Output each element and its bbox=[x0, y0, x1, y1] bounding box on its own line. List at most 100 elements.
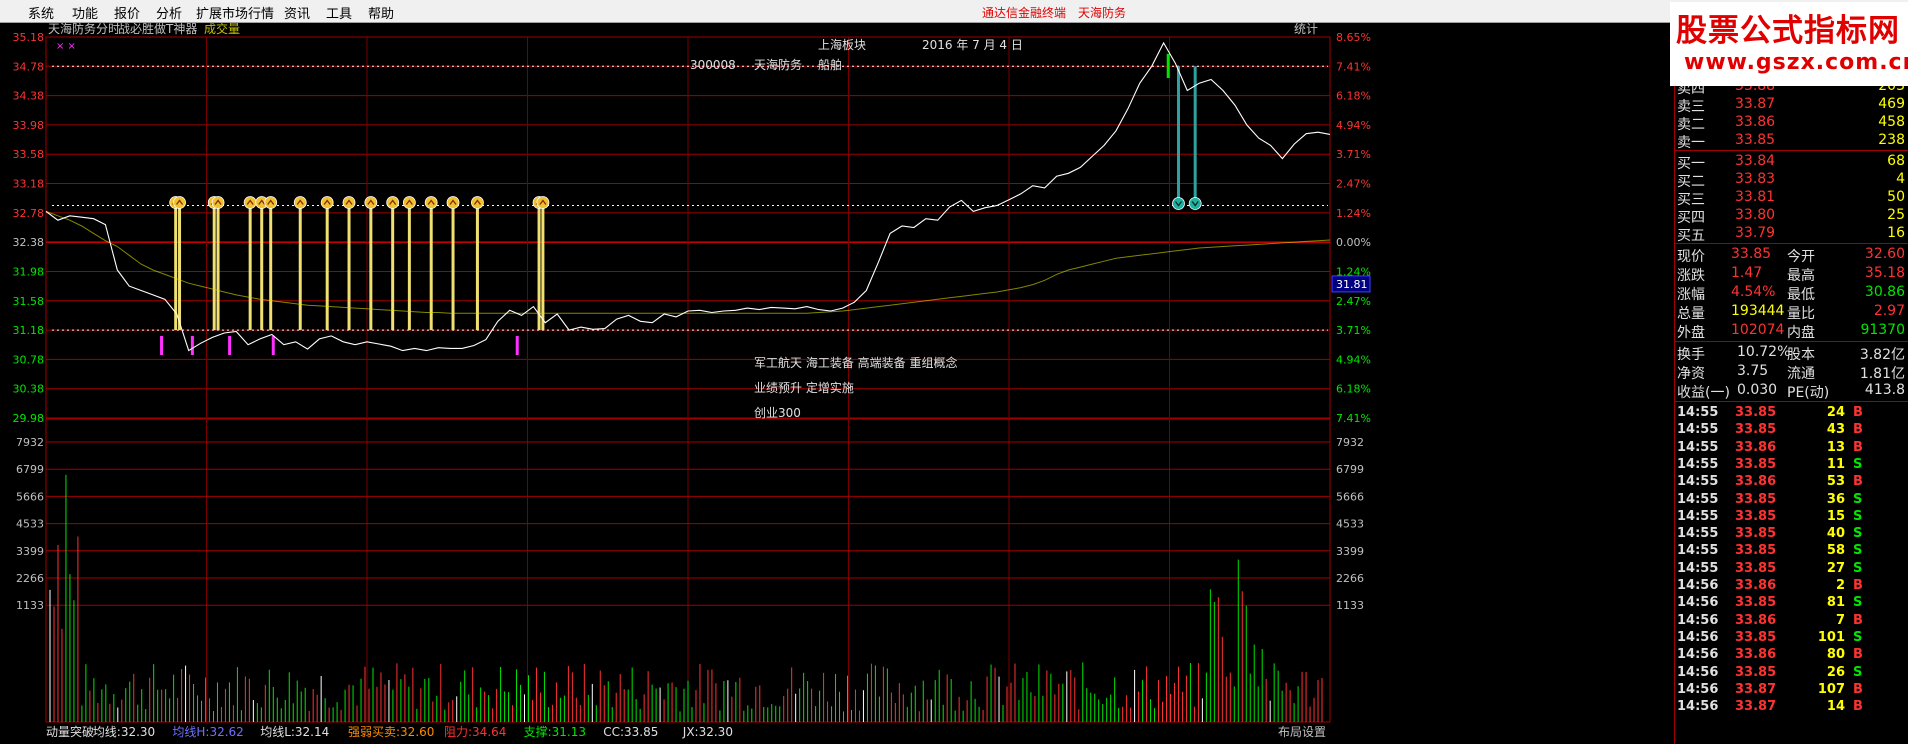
bid-label: 买四 bbox=[1677, 210, 1705, 226]
tick-row[interactable]: 14:55 33.85 36 S bbox=[1675, 491, 1908, 510]
tick-row[interactable]: 14:55 33.85 40 S bbox=[1675, 525, 1908, 544]
menu-system[interactable]: 系统 bbox=[28, 3, 54, 22]
tick-price: 33.87 bbox=[1735, 681, 1777, 697]
pct-tick-label: 7.41% bbox=[1336, 60, 1371, 73]
tick-side: S bbox=[1853, 629, 1863, 645]
chart-indicator-name: 战必胜做T神器 bbox=[118, 22, 197, 36]
fundamental-row: 收益(一) 0.030 PE(动) 413.8 bbox=[1675, 382, 1908, 401]
buy-signal-icon bbox=[364, 196, 378, 209]
tick-price: 33.86 bbox=[1735, 612, 1777, 628]
bid-row: 买三 33.81 50 bbox=[1675, 189, 1908, 208]
tick-time: 14:55 bbox=[1677, 456, 1719, 472]
tick-price: 33.85 bbox=[1735, 456, 1777, 472]
bid-row: 买一 33.84 68 bbox=[1675, 153, 1908, 172]
stat-label: 今开 bbox=[1787, 249, 1815, 265]
volume-label: 成交量 bbox=[204, 22, 240, 36]
bid-row: 买二 33.83 4 bbox=[1675, 171, 1908, 190]
status-indicator: 均线L:32.14 bbox=[260, 725, 329, 739]
divider bbox=[1675, 243, 1908, 244]
pct-tick-label: 1.24% bbox=[1336, 207, 1371, 220]
menu-extended-market[interactable]: 扩展市场行情 bbox=[196, 3, 274, 22]
stock-title: 天海防务 bbox=[1078, 6, 1127, 20]
tick-price: 33.86 bbox=[1735, 474, 1777, 490]
layout-settings-button: 布局设置 bbox=[1278, 725, 1326, 739]
fund-label: 股本 bbox=[1787, 347, 1815, 363]
tick-side: B bbox=[1853, 405, 1863, 420]
pct-tick-label: 8.65% bbox=[1336, 31, 1371, 44]
tick-time: 14:56 bbox=[1677, 612, 1719, 628]
tick-price: 33.85 bbox=[1735, 595, 1777, 611]
price-tick-label: 33.58 bbox=[13, 148, 45, 161]
tick-time: 14:55 bbox=[1677, 474, 1719, 490]
volume-tick-label-right: 2266 bbox=[1336, 572, 1364, 585]
tick-row[interactable]: 14:56 33.86 2 B bbox=[1675, 577, 1908, 596]
tick-row[interactable]: 14:55 33.86 53 B bbox=[1675, 473, 1908, 492]
tick-time: 14:55 bbox=[1677, 405, 1719, 420]
tick-price: 33.85 bbox=[1735, 543, 1777, 559]
tick-row[interactable]: 14:55 33.85 24 B bbox=[1675, 404, 1908, 423]
tick-row[interactable]: 14:55 33.85 11 S bbox=[1675, 456, 1908, 475]
buy-signal-icon bbox=[446, 196, 460, 209]
tick-time: 14:55 bbox=[1677, 491, 1719, 507]
price-marker-value: 31.81 bbox=[1336, 278, 1368, 291]
tick-price: 33.86 bbox=[1735, 578, 1777, 593]
tick-time: 14:56 bbox=[1677, 699, 1719, 715]
tick-volume: 14 bbox=[1826, 699, 1845, 715]
tick-row[interactable]: 14:55 33.85 58 S bbox=[1675, 542, 1908, 561]
bid-volume: 16 bbox=[1887, 225, 1905, 241]
menu-analysis[interactable]: 分析 bbox=[156, 3, 182, 22]
tick-side: B bbox=[1853, 439, 1863, 455]
tick-row[interactable]: 14:56 33.87 14 B bbox=[1675, 698, 1908, 717]
price-tick-label: 33.18 bbox=[13, 178, 45, 191]
stat-label: 最低 bbox=[1787, 287, 1815, 303]
bid-label: 买一 bbox=[1677, 156, 1705, 172]
volume-tick-label: 1133 bbox=[16, 599, 44, 612]
chart-area[interactable]: 35.18 8.65% 34.78 7.41% 34.38 6.18% 33.98 4.94%… bbox=[0, 22, 1650, 744]
buy-signal-icon bbox=[342, 196, 356, 209]
tick-row[interactable]: 14:56 33.86 80 B bbox=[1675, 646, 1908, 665]
divider bbox=[1675, 341, 1908, 342]
volume-tick-label: 5666 bbox=[16, 490, 44, 503]
menu-help[interactable]: 帮助 bbox=[368, 3, 394, 22]
tick-row[interactable]: 14:56 33.85 26 S bbox=[1675, 664, 1908, 683]
tick-row[interactable]: 14:56 33.86 7 B bbox=[1675, 612, 1908, 631]
ask-volume: 469 bbox=[1878, 96, 1905, 112]
stat-value: 33.85 bbox=[1731, 246, 1772, 262]
menu-tools[interactable]: 工具 bbox=[326, 3, 352, 22]
annotation-sector: 上海板块 bbox=[818, 37, 866, 52]
tick-row[interactable]: 14:55 33.86 13 B bbox=[1675, 439, 1908, 458]
tick-row[interactable]: 14:55 33.85 15 S bbox=[1675, 508, 1908, 527]
tick-price: 33.85 bbox=[1735, 560, 1777, 576]
divider bbox=[1675, 401, 1908, 402]
menu-quote[interactable]: 报价 bbox=[114, 3, 140, 22]
intraday-chart[interactable]: 35.18 8.65% 34.78 7.41% 34.38 6.18% 33.98 4.94%… bbox=[0, 22, 1650, 744]
tick-row[interactable]: 14:55 33.85 27 S bbox=[1675, 560, 1908, 579]
tick-volume: 15 bbox=[1826, 508, 1845, 524]
volume-tick-label: 3399 bbox=[16, 545, 44, 558]
price-tick-label: 30.38 bbox=[13, 383, 45, 396]
tick-volume: 53 bbox=[1826, 474, 1845, 490]
buy-signal-icon bbox=[293, 196, 307, 209]
menu-function[interactable]: 功能 bbox=[72, 3, 98, 22]
price-tick-label: 35.18 bbox=[13, 31, 45, 44]
price-tick-label: 31.18 bbox=[13, 324, 45, 337]
tick-row[interactable]: 14:56 33.87 107 B bbox=[1675, 681, 1908, 700]
volume-tick-label: 2266 bbox=[16, 572, 44, 585]
pct-tick-label: 4.94% bbox=[1336, 353, 1371, 366]
fund-value: 3.82亿 bbox=[1859, 347, 1905, 363]
fund-label: 流通 bbox=[1787, 366, 1815, 382]
tick-row[interactable]: 14:55 33.85 43 B bbox=[1675, 421, 1908, 440]
tick-volume: 101 bbox=[1817, 629, 1845, 645]
menu-news[interactable]: 资讯 bbox=[284, 3, 310, 22]
tick-price: 33.85 bbox=[1735, 491, 1777, 507]
tick-volume: 26 bbox=[1826, 664, 1845, 680]
status-indicator: 强弱买卖:32.60 bbox=[348, 725, 434, 739]
tick-row[interactable]: 14:56 33.85 101 S bbox=[1675, 629, 1908, 648]
tick-time: 14:55 bbox=[1677, 543, 1719, 559]
stat-label: 涨幅 bbox=[1677, 287, 1705, 303]
tick-row[interactable]: 14:56 33.85 81 S bbox=[1675, 594, 1908, 613]
tick-time: 14:55 bbox=[1677, 422, 1719, 438]
stat-row: 总量 193444 量比 2.97 bbox=[1675, 303, 1908, 322]
buy-signal-icon bbox=[320, 196, 334, 209]
tick-time: 14:55 bbox=[1677, 439, 1719, 455]
